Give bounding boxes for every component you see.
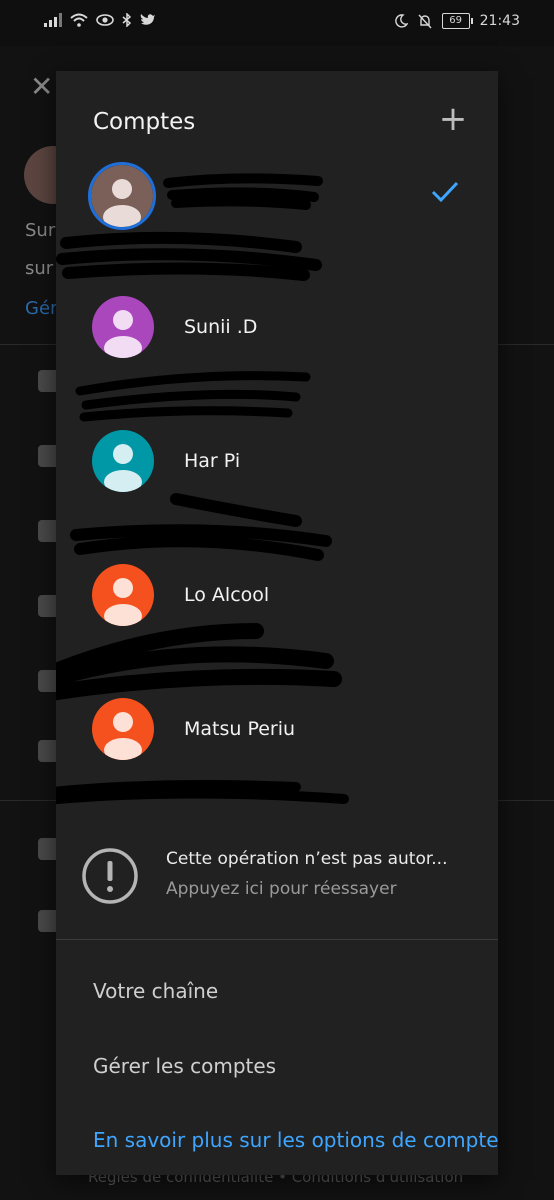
accounts-dialog: Comptes + Sunii .D Har Pi Lo Alcool Mats… bbox=[56, 71, 499, 1175]
close-icon[interactable]: ✕ bbox=[30, 70, 53, 103]
background-link: Gér bbox=[25, 298, 58, 319]
bell-off-icon bbox=[418, 14, 432, 28]
bluetooth-icon bbox=[122, 13, 132, 27]
alert-icon bbox=[82, 848, 138, 904]
manage-accounts-link[interactable]: Gérer les comptes bbox=[93, 1054, 276, 1078]
error-retry-text: Appuyez ici pour réessayer bbox=[166, 879, 397, 899]
your-channel-link[interactable]: Votre chaîne bbox=[93, 979, 218, 1003]
redaction-scribbles bbox=[56, 173, 349, 805]
error-retry-row[interactable]: Cette opération n’est pas autor... Appuy… bbox=[56, 841, 498, 931]
dialog-divider bbox=[56, 939, 498, 940]
wifi-icon bbox=[70, 13, 88, 27]
eye-icon bbox=[96, 14, 114, 26]
background-text-2: sur bbox=[25, 258, 54, 279]
twitter-icon bbox=[140, 14, 155, 25]
error-title: Cette opération n’est pas autor... bbox=[166, 849, 448, 869]
battery-icon: 69 bbox=[441, 13, 473, 29]
status-right-icons: 69 21:43 bbox=[394, 13, 520, 29]
status-time: 21:43 bbox=[479, 13, 520, 29]
background-text-1: Sur bbox=[25, 220, 56, 241]
moon-icon bbox=[394, 14, 408, 28]
signal-icon bbox=[44, 13, 62, 27]
learn-more-link[interactable]: En savoir plus sur les options de compte bbox=[93, 1128, 499, 1152]
status-left-icons bbox=[44, 13, 156, 27]
status-bar: 69 21:43 bbox=[0, 0, 554, 46]
